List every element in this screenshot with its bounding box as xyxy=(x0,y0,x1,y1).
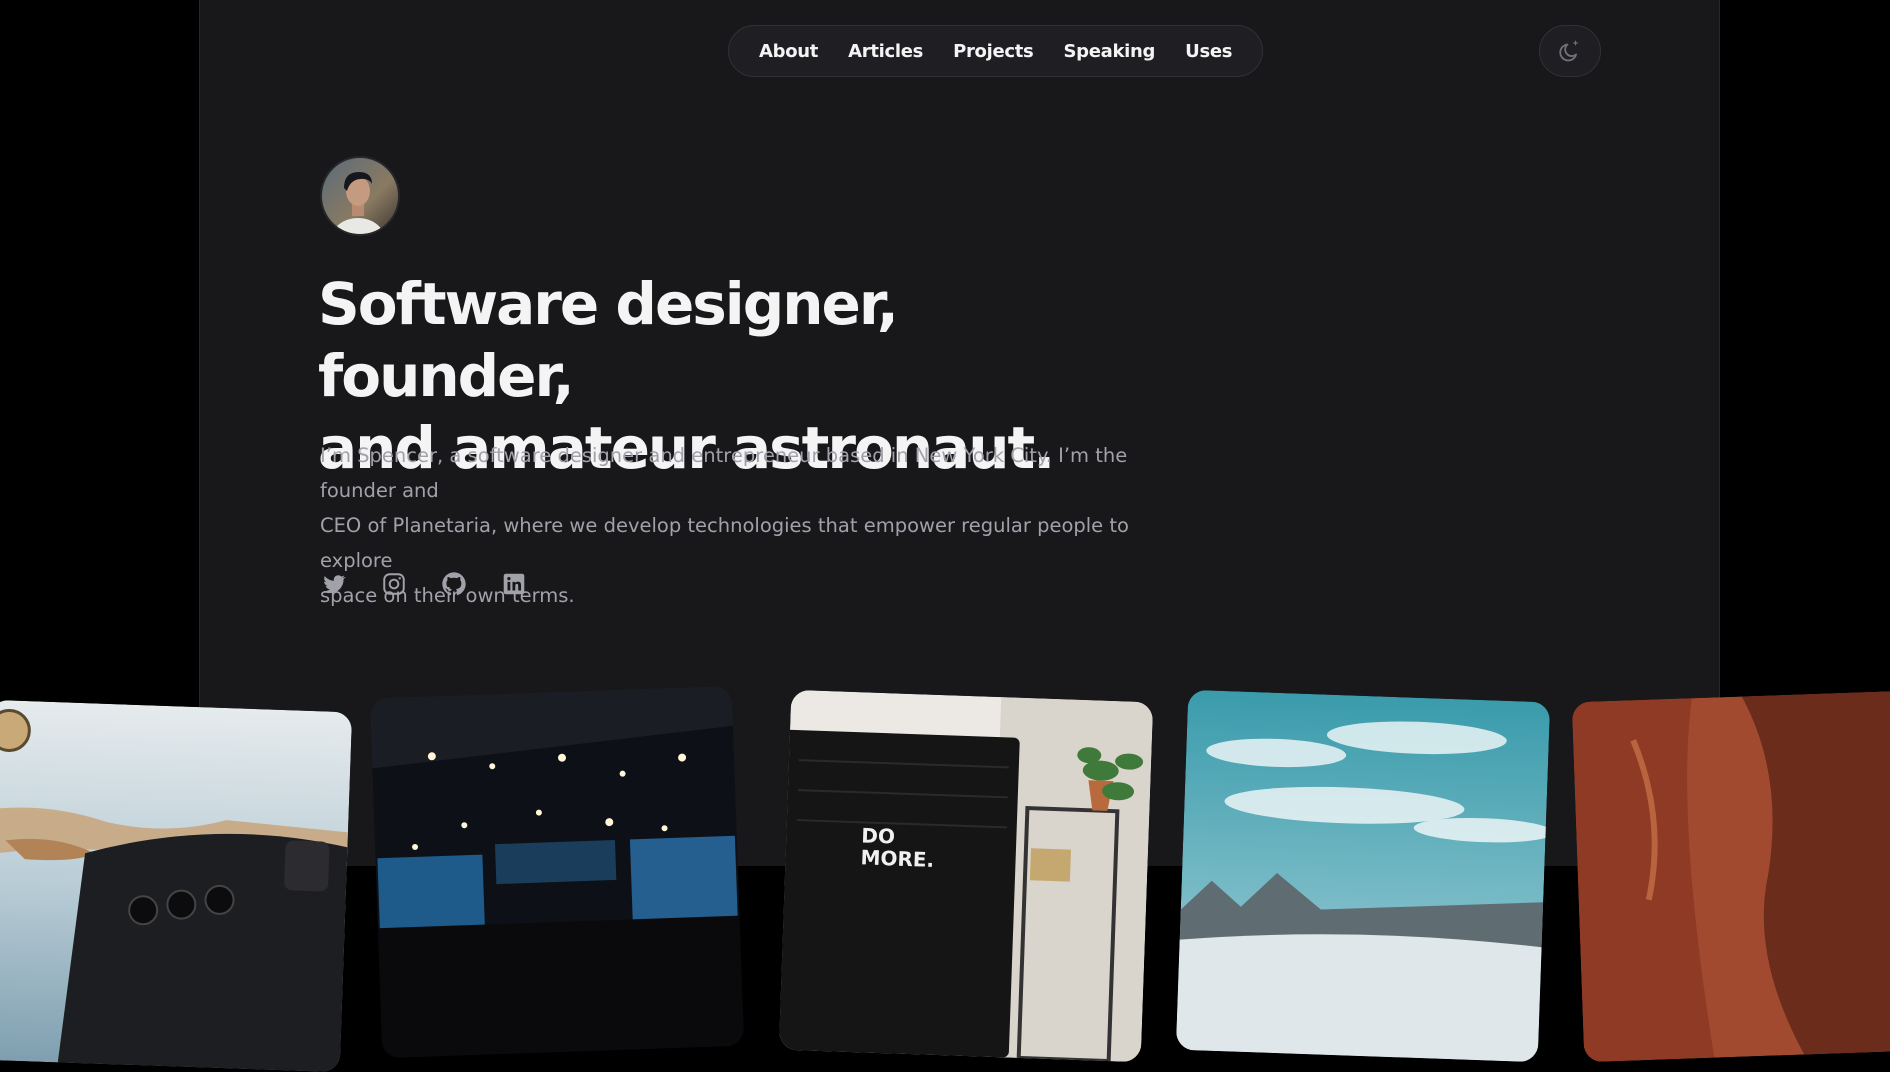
nav-item-articles[interactable]: Articles xyxy=(848,41,923,62)
nav-item-projects[interactable]: Projects xyxy=(953,41,1034,62)
mountains-photo xyxy=(1175,689,1551,1063)
desk-photo: DOMORE. xyxy=(778,689,1154,1063)
photo-gallery: DOMORE. xyxy=(0,685,1890,1072)
linkedin-icon xyxy=(503,573,525,595)
nav-item-speaking[interactable]: Speaking xyxy=(1063,41,1155,62)
intro-line-1: I’m Spencer, a software designer and ent… xyxy=(320,444,1128,502)
avatar[interactable] xyxy=(320,156,400,236)
twitter-link[interactable] xyxy=(320,570,348,598)
headline-line-1: Software designer, founder, xyxy=(318,270,899,410)
theme-toggle-button[interactable] xyxy=(1539,25,1601,77)
main-nav: About Articles Projects Speaking Uses xyxy=(728,25,1264,77)
cockpit-photo xyxy=(0,699,353,1072)
intro-line-2: CEO of Planetaria, where we develop tech… xyxy=(320,514,1129,572)
github-icon xyxy=(442,572,466,596)
instagram-icon xyxy=(383,573,405,595)
nav-item-about[interactable]: About xyxy=(759,41,818,62)
nav-item-uses[interactable]: Uses xyxy=(1185,41,1232,62)
instagram-link[interactable] xyxy=(380,570,408,598)
canyon-photo xyxy=(1571,689,1890,1063)
conference-photo xyxy=(369,685,745,1059)
twitter-icon xyxy=(323,575,346,594)
linkedin-link[interactable] xyxy=(500,570,528,598)
github-link[interactable] xyxy=(440,570,468,598)
moon-icon xyxy=(1559,40,1579,62)
social-links xyxy=(320,570,528,598)
avatar-image xyxy=(322,158,398,234)
